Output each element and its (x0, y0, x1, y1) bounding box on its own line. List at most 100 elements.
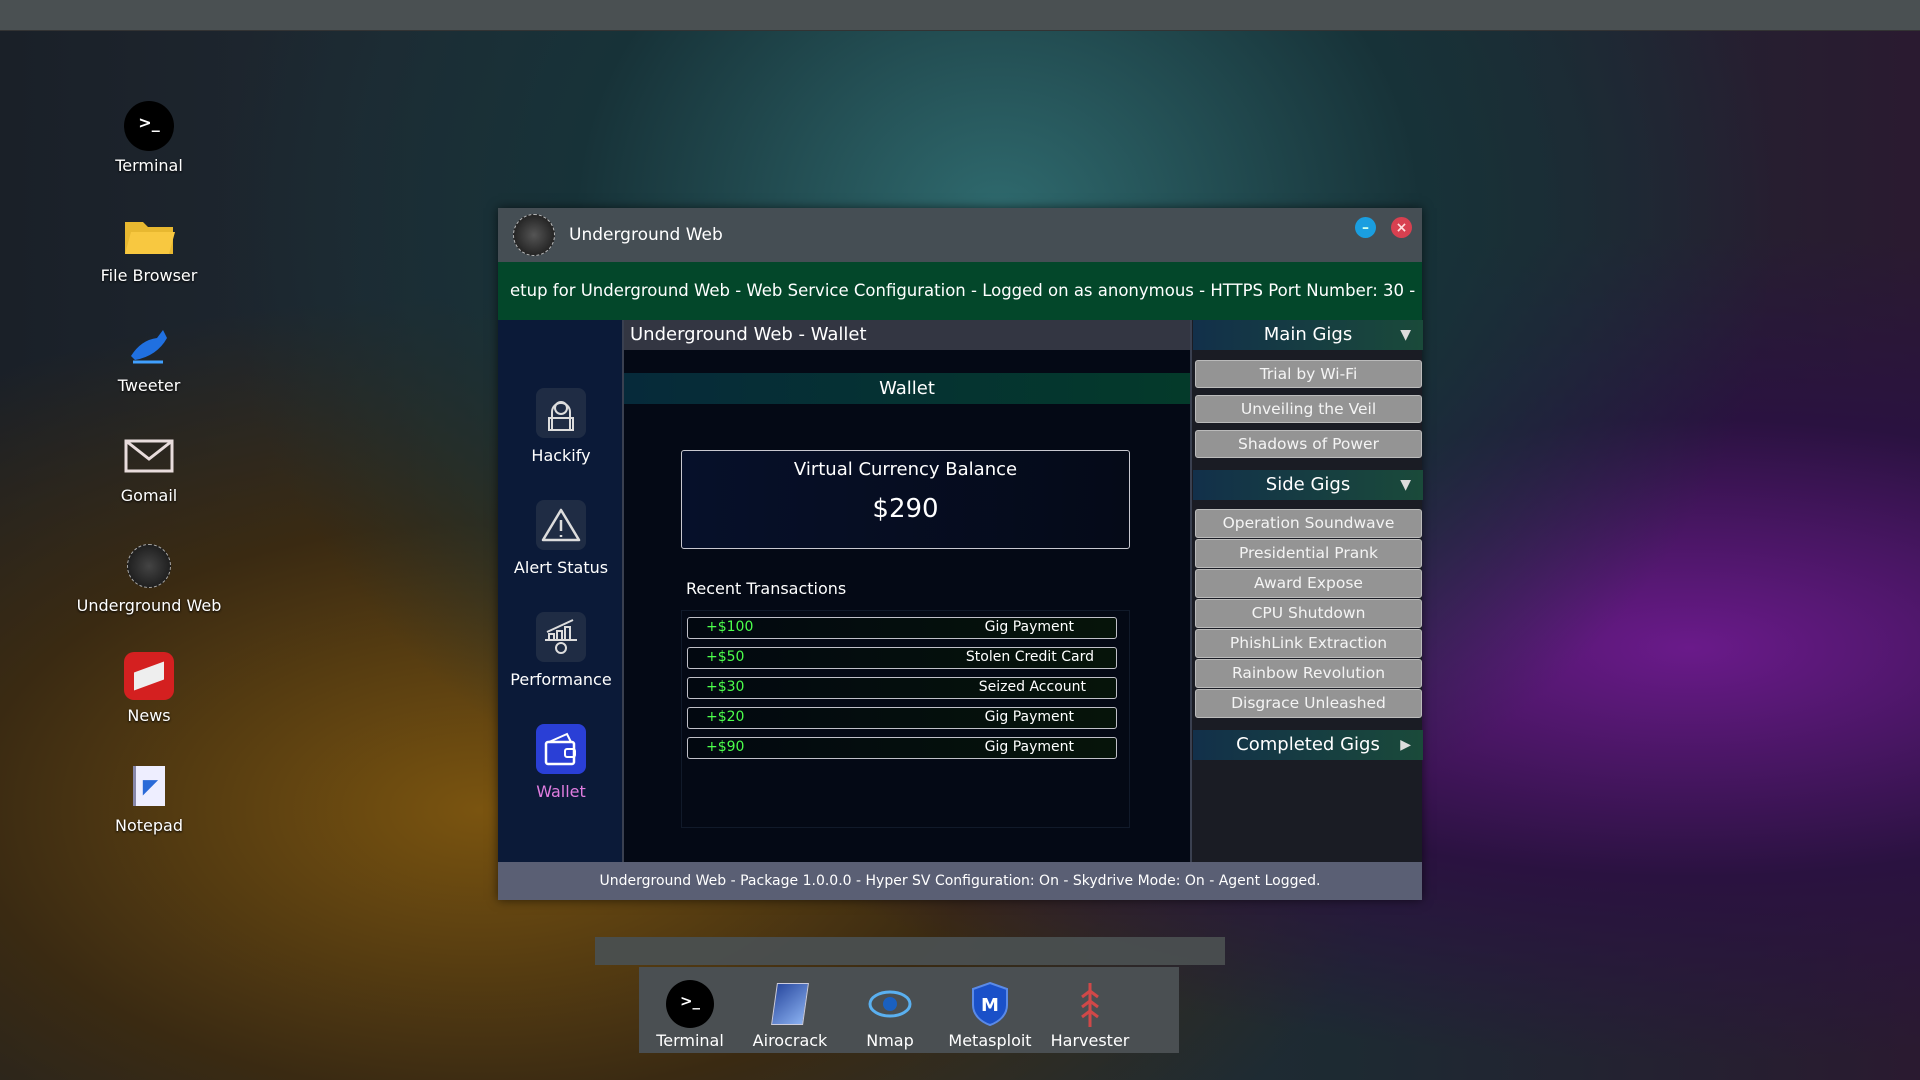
dock-item-metasploit[interactable]: M Metasploit (945, 981, 1035, 1050)
gig-button[interactable]: Operation Soundwave (1195, 509, 1422, 538)
shield-icon: M (965, 981, 1015, 1027)
wallet-icon (536, 724, 586, 774)
sidebar-item-wallet[interactable]: Wallet (498, 724, 624, 801)
transaction-amount: +$30 (706, 679, 745, 695)
balance-value: $290 (872, 494, 939, 524)
completed-gigs-label: Completed Gigs (1236, 734, 1380, 755)
desktop-icon-underground-web[interactable]: Underground Web (69, 540, 229, 615)
desktop-icon-file-browser[interactable]: File Browser (69, 210, 229, 285)
transaction-description: Gig Payment (984, 709, 1074, 725)
completed-gigs-header[interactable]: Completed Gigs ▶ (1193, 730, 1423, 760)
side-gigs-header[interactable]: Side Gigs ▼ (1193, 470, 1423, 500)
hacker-icon (536, 388, 586, 438)
terminal-icon: >_ (665, 980, 715, 1028)
minimize-button[interactable]: – (1355, 217, 1376, 238)
desktop-icon-label: Tweeter (117, 376, 181, 395)
eye-icon (865, 981, 915, 1027)
close-button[interactable]: × (1391, 217, 1412, 238)
gig-button[interactable]: Award Expose (1195, 569, 1422, 598)
desktop-icon-label: News (127, 706, 171, 725)
balance-card: Virtual Currency Balance $290 (681, 450, 1130, 549)
transaction-amount: +$20 (706, 709, 745, 725)
sidebar-item-label: Alert Status (513, 558, 609, 577)
gig-button[interactable]: Disgrace Unleashed (1195, 689, 1422, 718)
scrolling-banner: etup for Underground Web - Web Service C… (498, 262, 1422, 320)
section-title: Wallet (624, 373, 1190, 404)
dock-item-terminal[interactable]: >_ Terminal (645, 980, 735, 1050)
underground-web-icon (123, 540, 175, 592)
desktop-icon-label: Gomail (120, 486, 178, 505)
dock-item-label: Terminal (656, 1031, 724, 1050)
dock-item-nmap[interactable]: Nmap (845, 981, 935, 1050)
transactions-list[interactable]: +$100 Gig Payment +$50 Stolen Credit Card … (681, 610, 1130, 828)
bird-icon (123, 320, 175, 372)
sidebar-item-label: Performance (510, 670, 612, 689)
wallet-content: Underground Web - Wallet Wallet Virtual … (624, 320, 1190, 862)
desktop-icon-label: Underground Web (76, 596, 222, 615)
transaction-description: Gig Payment (984, 619, 1074, 635)
sidebar-item-label: Wallet (536, 782, 586, 801)
transaction-row: +$20 Gig Payment (687, 707, 1117, 729)
mail-icon (123, 430, 175, 482)
gig-button[interactable]: Shadows of Power (1195, 430, 1422, 458)
transaction-amount: +$50 (706, 649, 745, 665)
window-title: Underground Web (569, 225, 723, 245)
content-header: Underground Web - Wallet (624, 320, 1190, 350)
main-gigs-label: Main Gigs (1263, 324, 1353, 345)
desktop-icon-label: Terminal (115, 156, 183, 175)
transaction-row: +$90 Gig Payment (687, 737, 1117, 759)
app-logo-icon (513, 214, 555, 256)
airocrack-icon (765, 981, 815, 1027)
dock-item-airocrack[interactable]: Airocrack (745, 981, 835, 1050)
news-icon (123, 650, 175, 702)
desktop-icon-tweeter[interactable]: Tweeter (69, 320, 229, 395)
svg-text:M: M (981, 995, 999, 1016)
folder-icon (123, 210, 175, 262)
transaction-row: +$30 Seized Account (687, 677, 1117, 699)
performance-icon (536, 612, 586, 662)
gig-button[interactable]: Trial by Wi-Fi (1195, 360, 1422, 388)
terminal-icon: >_ (123, 100, 175, 152)
chevron-down-icon: ▼ (1400, 327, 1411, 343)
desktop-icon-label: Notepad (115, 816, 183, 835)
gig-button[interactable]: Rainbow Revolution (1195, 659, 1422, 688)
transaction-description: Stolen Credit Card (965, 649, 1094, 665)
top-bar (0, 0, 1920, 31)
recent-transactions-label: Recent Transactions (686, 579, 847, 598)
notepad-icon: ◤ (123, 760, 175, 812)
dock-item-label: Nmap (866, 1031, 914, 1050)
side-gigs-label: Side Gigs (1265, 474, 1351, 495)
desktop-icon-label: File Browser (100, 266, 198, 285)
gig-button[interactable]: Unveiling the Veil (1195, 395, 1422, 423)
gigs-panel: Main Gigs ▼ Trial by Wi-Fi Unveiling the … (1190, 320, 1423, 862)
chevron-right-icon: ▶ (1400, 737, 1411, 753)
title-bar[interactable]: Underground Web – × (498, 208, 1422, 262)
main-gigs-header[interactable]: Main Gigs ▼ (1193, 320, 1423, 350)
status-footer: Underground Web - Package 1.0.0.0 - Hype… (498, 862, 1422, 900)
transaction-description: Gig Payment (984, 739, 1074, 755)
dock-item-label: Metasploit (948, 1031, 1032, 1050)
desktop-icon-news[interactable]: News (69, 650, 229, 725)
transaction-description: Seized Account (978, 679, 1086, 695)
alert-icon (536, 500, 586, 550)
dock-item-label: Harvester (1050, 1031, 1130, 1050)
chevron-down-icon: ▼ (1400, 477, 1411, 493)
sidebar-item-performance[interactable]: Performance (498, 612, 624, 689)
gig-button[interactable]: Presidential Prank (1195, 539, 1422, 568)
dock-handle (595, 937, 1225, 965)
sidebar-item-label: Hackify (531, 446, 591, 465)
gig-button[interactable]: PhishLink Extraction (1195, 629, 1422, 658)
transaction-amount: +$100 (706, 619, 754, 635)
sidebar-item-alert-status[interactable]: Alert Status (498, 500, 624, 577)
dock-item-label: Airocrack (752, 1031, 828, 1050)
sidebar-item-hackify[interactable]: Hackify (498, 388, 624, 465)
transaction-row: +$100 Gig Payment (687, 617, 1117, 639)
balance-label: Virtual Currency Balance (793, 459, 1018, 480)
desktop-icon-terminal[interactable]: >_ Terminal (69, 100, 229, 175)
transaction-amount: +$90 (706, 739, 745, 755)
gig-button[interactable]: CPU Shutdown (1195, 599, 1422, 628)
desktop-icon-notepad[interactable]: ◤ Notepad (69, 760, 229, 835)
harvester-icon (1065, 981, 1115, 1027)
desktop-icon-gomail[interactable]: Gomail (69, 430, 229, 505)
dock-item-harvester[interactable]: Harvester (1045, 981, 1135, 1050)
